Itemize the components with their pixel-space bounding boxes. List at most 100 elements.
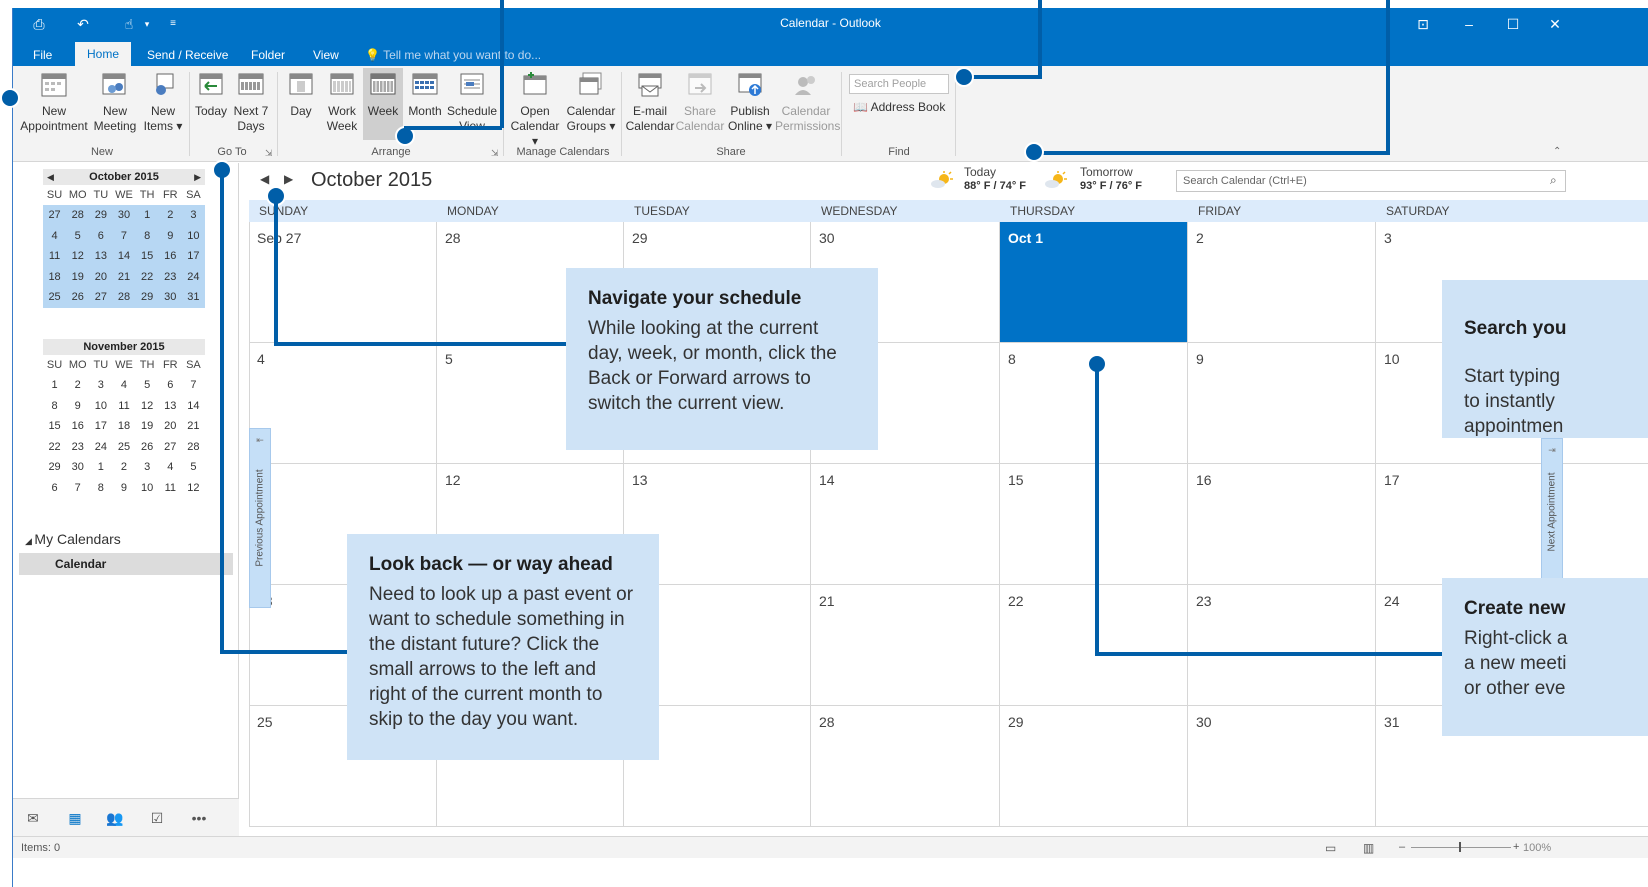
day-cell[interactable]: 16 [1188, 464, 1376, 585]
mini-day[interactable]: 27 [43, 205, 67, 226]
mini-day[interactable]: 22 [135, 266, 159, 288]
day-view-button[interactable]: Day [283, 70, 319, 119]
people-icon[interactable]: 👥 [105, 808, 125, 828]
mini-day[interactable]: 30 [158, 287, 182, 308]
tab-folder[interactable]: Folder [239, 44, 297, 66]
mini-day[interactable]: 22 [43, 437, 66, 458]
mini-day[interactable]: 8 [89, 478, 112, 499]
mini-day[interactable]: 9 [158, 225, 182, 247]
mini-day[interactable]: 13 [159, 396, 182, 417]
mini-day[interactable]: 30 [112, 205, 136, 226]
mini-day[interactable]: 14 [112, 246, 136, 267]
mini-day[interactable]: 10 [181, 225, 205, 247]
day-cell[interactable]: 30 [1188, 706, 1376, 827]
mini-day[interactable]: 16 [158, 246, 182, 267]
dialog-launcher-icon[interactable]: ⇲ [491, 148, 499, 159]
zoom-in-icon[interactable]: + [1513, 837, 1519, 857]
more-icon[interactable]: ••• [189, 808, 209, 828]
tab-send-receive[interactable]: Send / Receive [135, 44, 240, 66]
search-people-input[interactable]: Search People [849, 74, 949, 94]
mini-day[interactable]: 17 [89, 416, 112, 437]
day-cell[interactable]: 14 [811, 464, 1000, 585]
mini-day[interactable]: 7 [66, 478, 89, 499]
day-cell[interactable]: 29 [1000, 706, 1188, 827]
mini-day[interactable]: 1 [89, 457, 112, 478]
mini-day[interactable]: 25 [43, 287, 67, 308]
tell-me-box[interactable]: 💡 Tell me what you want to do... [365, 44, 541, 66]
mini-day[interactable]: 10 [136, 478, 159, 499]
mini-day[interactable]: 4 [159, 457, 182, 478]
open-calendar-button[interactable]: Open Calendar ▾ [507, 70, 563, 149]
mini-day[interactable]: 14 [182, 396, 205, 417]
mini-day[interactable]: 21 [112, 266, 136, 288]
weather-tomorrow[interactable]: Tomorrow 93° F / 76° F [1080, 165, 1142, 193]
maximize-icon[interactable]: ☐ [1493, 12, 1533, 36]
close-icon[interactable]: ✕ [1535, 12, 1575, 36]
mini-day[interactable]: 25 [112, 437, 135, 458]
day-cell[interactable]: Oct 1 [1000, 222, 1188, 343]
mini-day[interactable]: 29 [89, 205, 113, 226]
calendar-groups-button[interactable]: Calendar Groups ▾ [563, 70, 619, 134]
today-button[interactable]: Today [193, 70, 229, 119]
mini-day[interactable]: 8 [43, 396, 66, 417]
day-cell[interactable]: 2 [1188, 222, 1376, 343]
mini-day[interactable]: 29 [43, 457, 66, 478]
zoom-slider-thumb[interactable] [1459, 842, 1461, 852]
mini-day[interactable]: 18 [112, 416, 135, 437]
mini-day[interactable]: 4 [43, 225, 67, 247]
mini-day[interactable]: 1 [135, 205, 159, 226]
mini-day[interactable]: 26 [66, 287, 90, 308]
email-calendar-button[interactable]: E-mail Calendar [625, 70, 675, 134]
search-icon[interactable]: ⌕ [1550, 173, 1557, 188]
day-cell[interactable]: 15 [1000, 464, 1188, 585]
mini-day[interactable]: 3 [136, 457, 159, 478]
day-cell[interactable]: 17 [1376, 464, 1648, 585]
forward-arrow-icon[interactable]: ▶ [284, 172, 293, 186]
tab-view[interactable]: View [301, 44, 351, 66]
mini-day[interactable]: 26 [136, 437, 159, 458]
mini-day[interactable]: 6 [43, 478, 66, 499]
mini-day[interactable]: 4 [112, 375, 135, 396]
mini-day[interactable]: 23 [158, 266, 182, 288]
day-cell[interactable]: 4 [249, 343, 437, 464]
calendar-nav-icon[interactable]: ▦ [65, 808, 85, 828]
mini-day[interactable]: 24 [181, 266, 205, 288]
collapse-ribbon-icon[interactable]: ⌃ [1553, 146, 1561, 157]
mini-day[interactable]: 16 [66, 416, 89, 437]
mini-day[interactable]: 6 [159, 375, 182, 396]
mini-day[interactable]: 10 [89, 396, 112, 417]
mini-day[interactable]: 31 [181, 287, 205, 308]
mini-day[interactable]: 7 [112, 225, 136, 247]
mini-day[interactable]: 28 [112, 287, 136, 308]
calendar-permissions-button[interactable]: Calendar Permissions [775, 70, 840, 134]
mini-day[interactable]: 27 [89, 287, 113, 308]
weather-today[interactable]: Today 88° F / 74° F [964, 165, 1026, 193]
zoom-slider[interactable] [1411, 847, 1511, 848]
mini-day[interactable]: 9 [112, 478, 135, 499]
mini-day[interactable]: 29 [135, 287, 159, 308]
day-cell[interactable]: 28 [811, 706, 1000, 827]
back-arrow-icon[interactable]: ◀ [260, 172, 269, 186]
mini-day[interactable]: 5 [136, 375, 159, 396]
tab-file[interactable]: File [21, 44, 64, 66]
tab-home[interactable]: Home [75, 42, 132, 66]
mini-day[interactable]: 3 [181, 205, 205, 226]
mini-day[interactable]: 8 [135, 225, 159, 247]
mini-day[interactable]: 5 [182, 457, 205, 478]
mini-next-arrow-icon[interactable]: ▶ [194, 169, 201, 185]
mini-day[interactable]: 18 [43, 266, 67, 288]
mini-day[interactable]: 17 [181, 246, 205, 267]
my-calendars-header[interactable]: ◢ My Calendars [25, 531, 121, 547]
normal-view-icon[interactable]: ▭ [1325, 838, 1336, 858]
day-cell[interactable]: 23 [1188, 585, 1376, 706]
mini-day[interactable]: 19 [66, 266, 90, 288]
next-7-days-button[interactable]: Next 7 Days [231, 70, 271, 134]
month-view-button[interactable]: Month [405, 70, 445, 119]
day-cell[interactable]: 21 [811, 585, 1000, 706]
mini-day[interactable]: 23 [66, 437, 89, 458]
mini-day[interactable]: 11 [159, 478, 182, 499]
mini-day[interactable]: 7 [182, 375, 205, 396]
mini-day[interactable]: 15 [135, 246, 159, 267]
mini-day[interactable]: 12 [136, 396, 159, 417]
reading-view-icon[interactable]: ▥ [1363, 838, 1374, 858]
